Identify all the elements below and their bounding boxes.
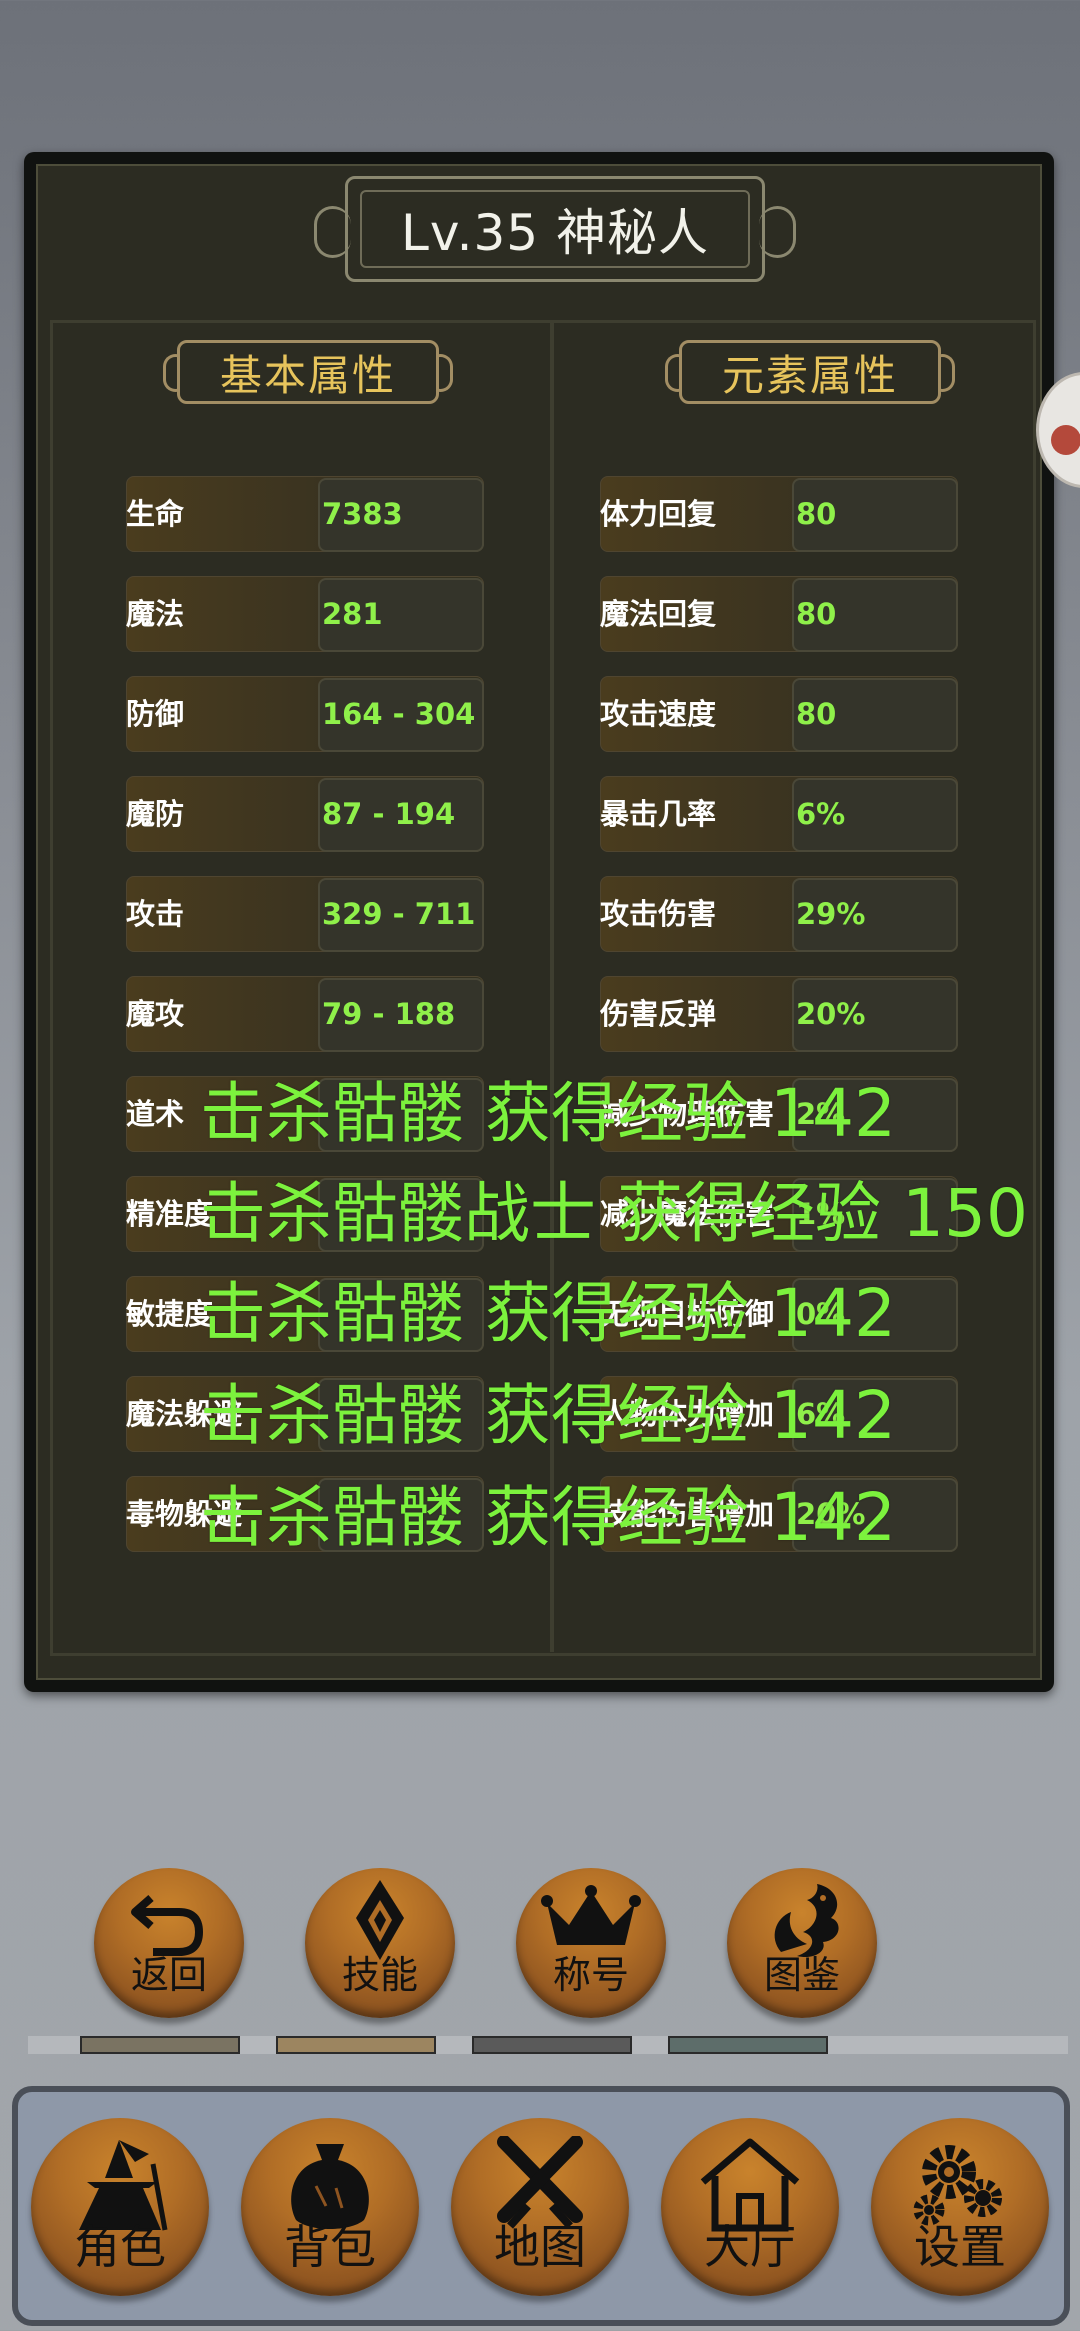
exp-message: 击杀骷髅 获得经验 142 — [200, 1075, 896, 1152]
basic-stat-label: 道术 — [126, 1097, 185, 1131]
element-stat-label: 体力回复 — [600, 497, 717, 531]
basic-stat-value: 79 - 188 — [322, 997, 456, 1031]
exp-message: 击杀骷髅 获得经验 142 — [200, 1377, 896, 1454]
element-stat-row: 魔法回复 80 — [600, 576, 958, 652]
element-attributes-title: 元素属性 — [721, 350, 898, 400]
element-stat-label: 攻击伤害 — [600, 897, 717, 931]
gears-icon — [905, 2136, 1015, 2232]
skill-label: 技能 — [341, 1953, 418, 1997]
basic-stat-value: 329 - 711 — [322, 897, 476, 931]
basic-stat-row: 防御 164 - 304 — [126, 676, 484, 752]
side-toggle-dot — [1051, 425, 1080, 455]
basic-attributes-header: 基本属性 — [163, 340, 453, 404]
element-stat-label: 攻击速度 — [600, 697, 717, 731]
basic-stat-row: 魔攻 79 - 188 — [126, 976, 484, 1052]
basic-stat-row: 魔防 87 - 194 — [126, 776, 484, 852]
exp-message: 击杀骷髅 获得经验 142 — [200, 1275, 896, 1352]
dragon-icon — [757, 1878, 847, 1962]
bag-icon — [280, 2136, 380, 2232]
title-plate: Lv.35 神秘人 — [310, 174, 800, 284]
codex-label: 图鉴 — [763, 1953, 840, 1997]
crown-icon — [541, 1878, 641, 1962]
nav-hall-button[interactable]: 大厅 — [661, 2118, 839, 2296]
skill-button[interactable]: 技能 — [305, 1868, 455, 2018]
nav-map-label: 地图 — [494, 2220, 586, 2274]
basic-stat-value: 164 - 304 — [322, 697, 476, 731]
element-stat-label: 暴击几率 — [600, 797, 717, 831]
strip-item[interactable] — [472, 2036, 632, 2054]
basic-stat-value: 281 — [322, 597, 383, 631]
crossed-swords-icon — [490, 2136, 590, 2232]
nav-character-button[interactable]: 角色 — [31, 2118, 209, 2296]
element-stat-row: 攻击速度 80 — [600, 676, 958, 752]
basic-stat-label: 魔防 — [126, 797, 185, 831]
nav-character-label: 角色 — [74, 2220, 166, 2274]
item-strip — [28, 2036, 1068, 2054]
basic-stat-row: 魔法 281 — [126, 576, 484, 652]
nav-hall-label: 大厅 — [704, 2220, 796, 2274]
character-title: Lv.35 神秘人 — [401, 204, 709, 262]
title-button[interactable]: 称号 — [516, 1868, 666, 2018]
basic-stat-label: 魔法 — [126, 597, 185, 631]
house-icon — [695, 2136, 805, 2232]
nav-map-button[interactable]: 地图 — [451, 2118, 629, 2296]
exp-message: 击杀骷髅 获得经验 142 — [200, 1479, 896, 1556]
exp-message: 击杀骷髅战士 获得经验 150 — [200, 1175, 1028, 1252]
basic-stat-label: 生命 — [126, 497, 185, 531]
element-attributes-header: 元素属性 — [665, 340, 955, 404]
return-button[interactable]: 返回 — [94, 1868, 244, 2018]
skill-emblem-icon — [340, 1878, 420, 1962]
nav-bag-button[interactable]: 背包 — [241, 2118, 419, 2296]
element-stat-value: 6% — [796, 797, 846, 831]
element-stat-value: 20% — [796, 997, 866, 1031]
element-stat-label: 魔法回复 — [600, 597, 717, 631]
return-arrow-icon — [129, 1878, 209, 1962]
basic-attributes-title: 基本属性 — [219, 350, 396, 400]
title-label: 称号 — [552, 1953, 629, 1997]
strip-item[interactable] — [276, 2036, 436, 2054]
basic-stat-row: 生命 7383 — [126, 476, 484, 552]
basic-stat-label: 攻击 — [126, 897, 185, 931]
basic-stat-row: 攻击 329 - 711 — [126, 876, 484, 952]
element-stat-row: 攻击伤害 29% — [600, 876, 958, 952]
element-stat-row: 伤害反弹 20% — [600, 976, 958, 1052]
return-label: 返回 — [130, 1953, 207, 1997]
basic-stat-value: 7383 — [322, 497, 403, 531]
element-stat-value: 80 — [796, 697, 837, 731]
element-stat-row: 体力回复 80 — [600, 476, 958, 552]
nav-settings-label: 设置 — [914, 2220, 1006, 2274]
codex-button[interactable]: 图鉴 — [727, 1868, 877, 2018]
element-stat-row: 暴击几率 6% — [600, 776, 958, 852]
nav-settings-button[interactable]: 设置 — [871, 2118, 1049, 2296]
element-stat-value: 29% — [796, 897, 866, 931]
strip-item[interactable] — [668, 2036, 828, 2054]
basic-stat-label: 防御 — [126, 697, 185, 731]
basic-stat-value: 87 - 194 — [322, 797, 456, 831]
nav-bag-label: 背包 — [284, 2220, 376, 2274]
wizard-icon — [65, 2136, 175, 2232]
strip-item[interactable] — [80, 2036, 240, 2054]
basic-stat-label: 魔攻 — [126, 997, 185, 1031]
element-stat-value: 80 — [796, 597, 837, 631]
element-stat-value: 80 — [796, 497, 837, 531]
element-stat-label: 伤害反弹 — [600, 997, 717, 1031]
